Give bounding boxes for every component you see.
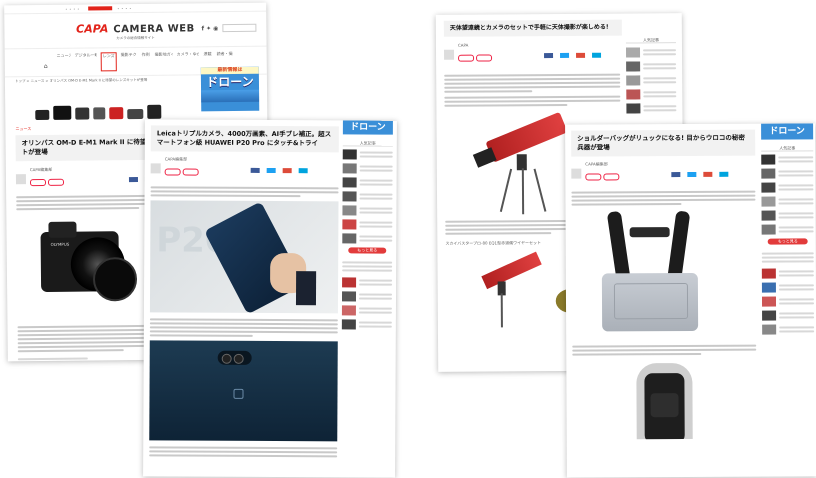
facebook-share-button[interactable]: [128, 176, 138, 182]
sidebar-item[interactable]: [626, 75, 677, 86]
more-button[interactable]: もっと見る: [348, 247, 387, 254]
sidebar-item[interactable]: [761, 168, 814, 179]
drone-ad-banner[interactable]: 最新情報は ドローン: [200, 66, 260, 112]
nav-item-6[interactable]: カメラ・ゆかり: [177, 51, 199, 70]
phone-hand-image: P20: [149, 200, 339, 314]
sidebar-item[interactable]: [626, 103, 677, 114]
article-title: Leicaトリプルカメラ、4000万画素、AI手ブレ補正。超スマートフォン級 H…: [150, 125, 339, 153]
hatena-share-button[interactable]: [592, 52, 602, 58]
popular-sidebar: 人気記事 もっと見る: [341, 140, 393, 333]
sidebar-item[interactable]: [341, 319, 392, 330]
sidebar-item[interactable]: [761, 282, 814, 293]
gplus-share-button[interactable]: [282, 167, 292, 173]
article-title: 天体望遠鏡とカメラのセットで手軽に天体撮影が楽しめる!: [443, 19, 622, 37]
shoulder-bag-image: [572, 209, 757, 340]
article-title: ショルダーバッグがリュックになる! 目からウロコの秘密兵器が登場: [571, 129, 756, 157]
gplus-share-button[interactable]: [576, 52, 586, 58]
sidebar-item[interactable]: [761, 154, 814, 165]
article-intro: [150, 186, 339, 198]
drone-ad-banner[interactable]: ドローン: [761, 123, 814, 140]
sidebar-item[interactable]: [341, 291, 393, 302]
sidebar-item[interactable]: [341, 305, 392, 316]
sidebar-item[interactable]: [761, 196, 814, 207]
gplus-share-button[interactable]: [703, 171, 713, 177]
article-body-2: [149, 446, 338, 458]
twitter-icon[interactable]: ✦: [206, 25, 211, 32]
site-logo[interactable]: CAPA CAMERA WEB カメラの総合情報サイト: [76, 16, 195, 41]
sidebar-item[interactable]: [342, 177, 393, 188]
facebook-share-button[interactable]: [544, 52, 554, 58]
backpack-person-image: [572, 359, 756, 440]
sidebar-item[interactable]: [762, 324, 815, 335]
article-page-huawei: Leicaトリプルカメラ、4000万画素、AI手ブレ補正。超スマートフォン級 H…: [143, 119, 397, 478]
drone-ad-banner[interactable]: ドローン: [342, 120, 393, 135]
rss-icon[interactable]: ◉: [213, 25, 218, 32]
article-page-bag: ショルダーバッグがリュックになる! 目からウロコの秘密兵器が登場 CAPA編集部…: [565, 123, 816, 478]
twitter-share-button[interactable]: [560, 52, 570, 58]
sidebar-item[interactable]: [761, 210, 814, 221]
sidebar-item[interactable]: [342, 149, 393, 160]
article-body: [149, 318, 338, 337]
sidebar-item[interactable]: [761, 182, 814, 193]
popular-sidebar: 人気記事: [625, 37, 677, 117]
nav-item-2[interactable]: レンズ: [100, 52, 117, 72]
author-avatar: [571, 168, 582, 179]
camera-image: OLYMPUS: [30, 213, 151, 312]
hatena-share-button[interactable]: [298, 167, 308, 173]
more-button[interactable]: もっと見る: [767, 238, 808, 245]
article-intro: [444, 73, 621, 107]
search-input[interactable]: [222, 23, 257, 33]
sidebar-item[interactable]: [761, 268, 814, 279]
facebook-share-button[interactable]: [671, 171, 681, 177]
article-intro: [571, 190, 756, 206]
author-avatar: [150, 163, 161, 174]
author-avatar: [444, 49, 455, 60]
popular-sidebar: 人気記事 もっと見る: [761, 145, 815, 338]
nav-item-3[interactable]: 撮影テク: [121, 52, 137, 71]
home-icon: ⌂: [43, 62, 48, 70]
facebook-icon[interactable]: f: [201, 25, 204, 32]
nav-item-1[interactable]: デジタル一眼・ミラーレス: [75, 52, 97, 71]
sidebar-item[interactable]: [342, 233, 393, 244]
nav-item-home[interactable]: ⌂: [39, 53, 53, 72]
nav-item-4[interactable]: 作例: [141, 52, 151, 71]
facebook-share-button[interactable]: [250, 167, 260, 173]
nav-item-0[interactable]: ニュース: [57, 53, 71, 72]
sidebar-item[interactable]: [342, 219, 393, 230]
author-avatar: [15, 174, 27, 185]
sidebar-item[interactable]: [625, 47, 677, 58]
sidebar-item[interactable]: [342, 205, 393, 216]
sidebar-item[interactable]: [626, 89, 677, 100]
sidebar-item[interactable]: [342, 191, 393, 202]
sidebar-item[interactable]: [762, 310, 815, 321]
sidebar-item[interactable]: [761, 296, 815, 307]
hatena-share-button[interactable]: [719, 171, 729, 177]
article-body: [572, 344, 757, 356]
nav-item-5[interactable]: 撮影地ガイド: [155, 52, 173, 71]
twitter-share-button[interactable]: [266, 167, 276, 173]
sidebar-item[interactable]: [342, 277, 393, 288]
sidebar-item[interactable]: [342, 163, 393, 174]
twitter-share-button[interactable]: [687, 171, 697, 177]
phone-back-image: [149, 340, 338, 442]
sidebar-item[interactable]: [761, 224, 814, 235]
site-header: CAPA CAMERA WEB カメラの総合情報サイト f ✦ ◉: [4, 12, 266, 45]
sidebar-item[interactable]: [626, 61, 677, 72]
